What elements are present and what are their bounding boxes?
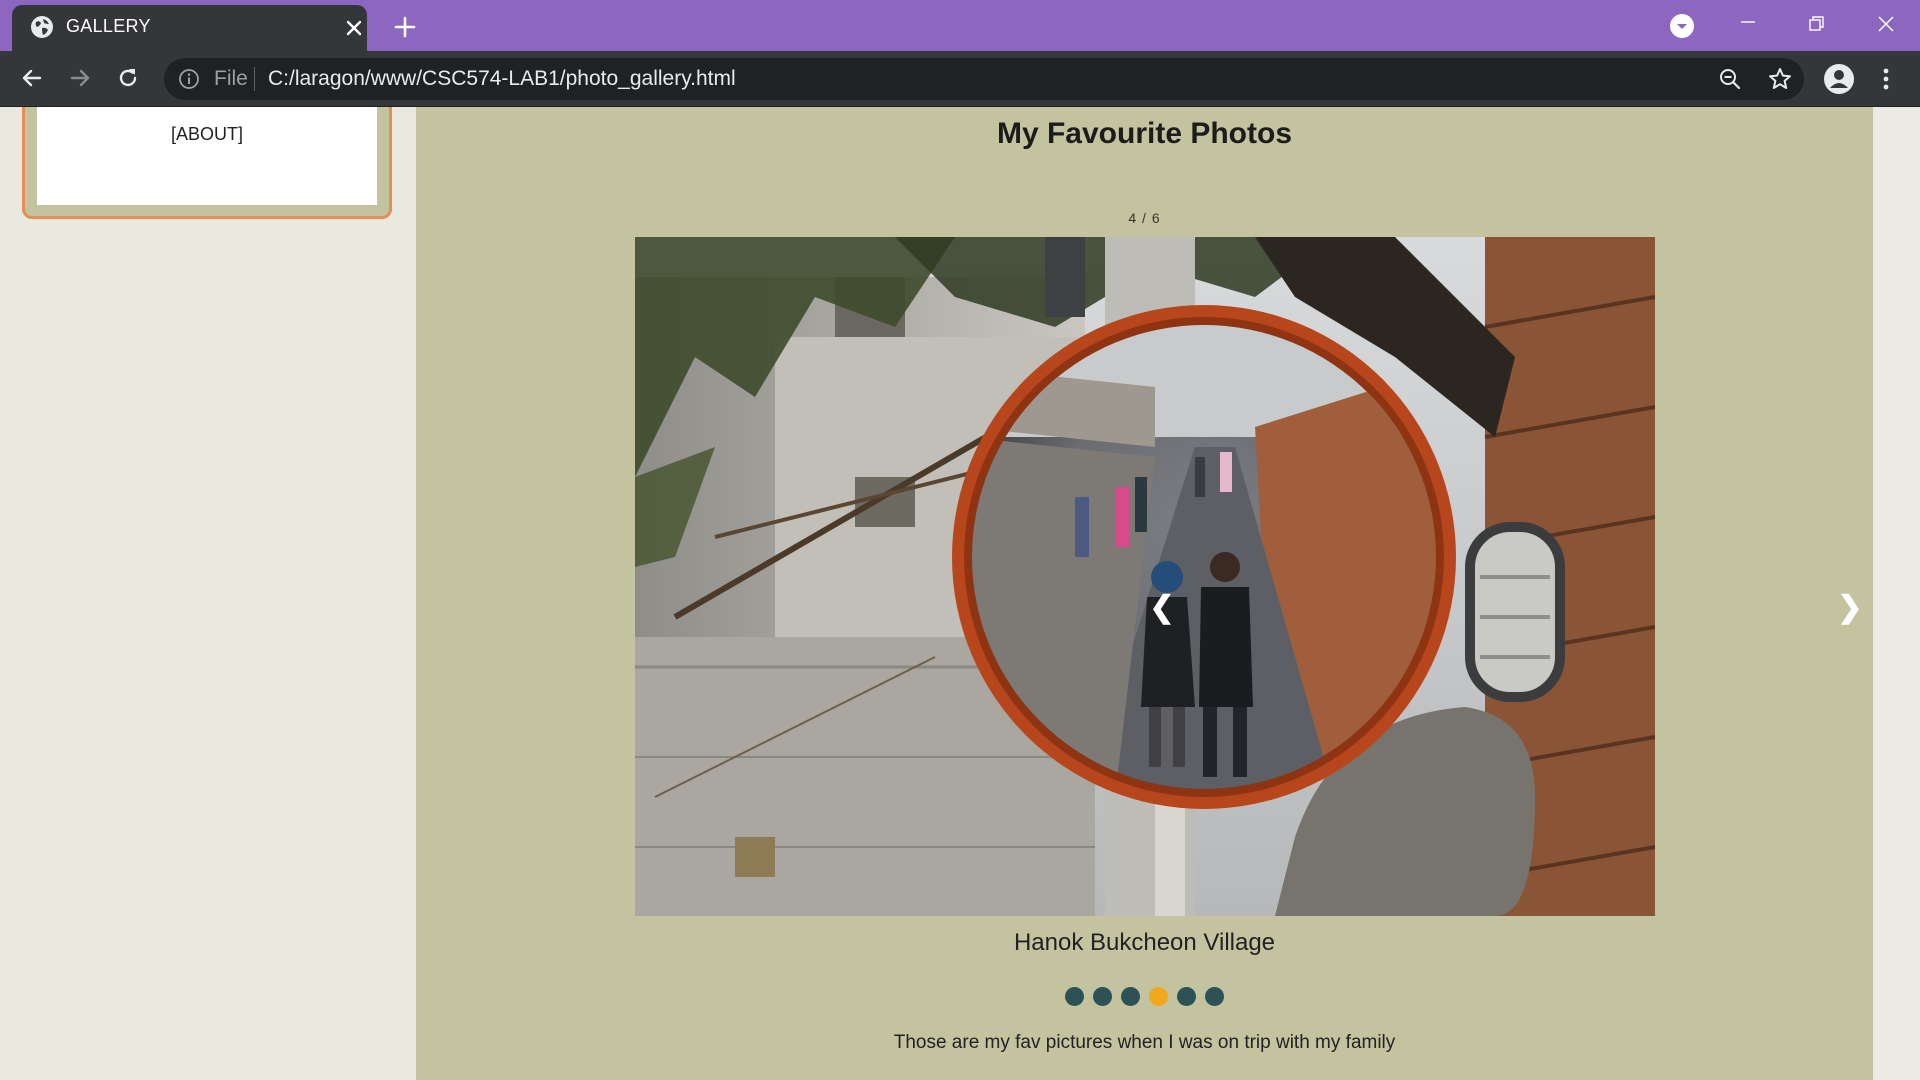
about-link[interactable]: [ABOUT] — [37, 124, 377, 145]
gallery-description: Those are my fav pictures when I was on … — [893, 1032, 1396, 1053]
slide-dot[interactable] — [1177, 987, 1196, 1006]
bookmark-star-icon[interactable] — [1767, 66, 1793, 92]
forward-arrow-icon[interactable] — [66, 64, 94, 92]
slide-caption: Hanok Bukcheon Village — [1013, 929, 1276, 956]
slide-dot[interactable] — [1093, 987, 1112, 1006]
close-window-icon[interactable] — [1872, 10, 1900, 38]
person-icon — [1824, 64, 1854, 94]
globe-icon — [31, 16, 53, 38]
restore-icon[interactable] — [1802, 10, 1830, 38]
slide-dot[interactable] — [1065, 987, 1084, 1006]
more-menu-icon[interactable] — [1876, 65, 1896, 93]
new-tab-icon[interactable] — [392, 14, 418, 40]
tab-title: GALLERY — [66, 16, 151, 36]
convex-mirror-photo — [635, 237, 1655, 916]
reload-icon[interactable] — [114, 64, 142, 92]
profile-card: [ABOUT] — [22, 107, 392, 219]
scheme-label: File — [214, 67, 248, 90]
slide-dot[interactable] — [1205, 987, 1224, 1006]
sidebar: [ABOUT] — [0, 107, 416, 1080]
browser-toolbar: File C:/laragon/www/CSC574-LAB1/photo_ga… — [0, 51, 1920, 107]
prev-slide-button[interactable]: ❮ — [1146, 590, 1178, 626]
chevron-down-icon — [1677, 24, 1687, 29]
title-bar: GALLERY — [0, 0, 1920, 51]
browser-tab[interactable]: GALLERY — [12, 5, 367, 51]
close-tab-icon[interactable] — [343, 17, 365, 39]
slide-dots — [416, 987, 1873, 1006]
minimize-icon[interactable] — [1734, 10, 1762, 38]
info-icon[interactable] — [178, 68, 200, 90]
slide-dot-active[interactable] — [1149, 987, 1168, 1006]
next-slide-button[interactable]: ❯ — [1834, 590, 1866, 626]
gallery-section: My Favourite Photos 4 / 6 ❮ ❯ Hanok Bukc… — [416, 107, 1873, 1080]
profile-card-body: [ABOUT] — [37, 107, 377, 205]
zoom-out-icon[interactable] — [1718, 67, 1742, 91]
url-text[interactable]: C:/laragon/www/CSC574-LAB1/photo_gallery… — [268, 67, 736, 91]
tab-search-button[interactable] — [1670, 14, 1694, 38]
page-title: My Favourite Photos — [996, 117, 1293, 150]
slide-counter: 4 / 6 — [1128, 210, 1161, 226]
omnibox-divider — [254, 67, 255, 91]
address-bar[interactable]: File C:/laragon/www/CSC574-LAB1/photo_ga… — [164, 58, 1804, 100]
slide-photo — [635, 237, 1655, 916]
account-button[interactable] — [1823, 63, 1855, 95]
slide-dot[interactable] — [1121, 987, 1140, 1006]
page-viewport: [ABOUT] My Favourite Photos 4 / 6 ❮ ❯ Ha… — [0, 107, 1920, 1080]
back-arrow-icon[interactable] — [18, 64, 46, 92]
